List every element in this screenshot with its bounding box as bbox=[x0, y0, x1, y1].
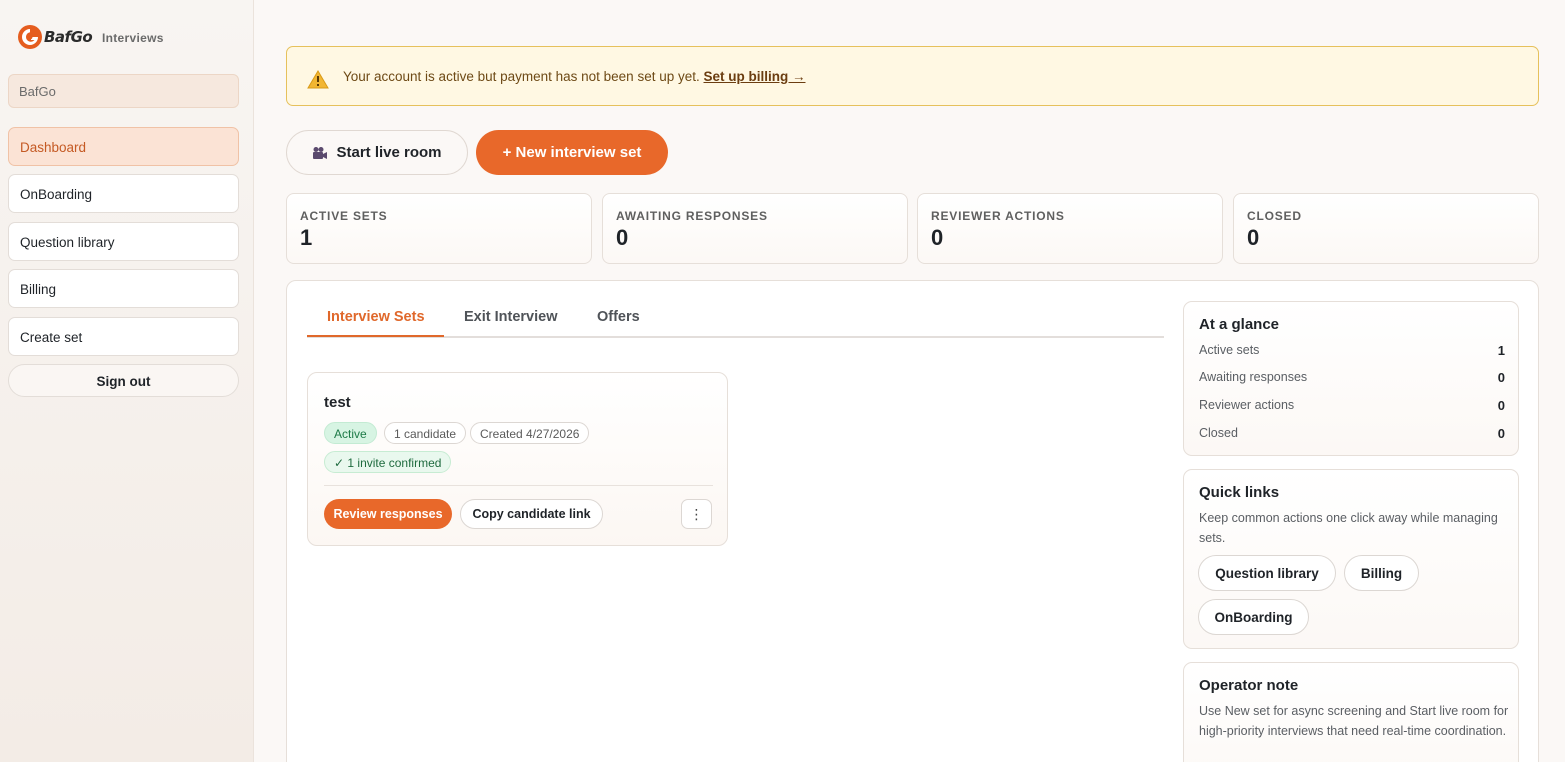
stat-value: 1 bbox=[300, 225, 313, 250]
interview-set-card[interactable]: test Active 1 candidate Created 4/27/202… bbox=[307, 372, 728, 546]
stat-label: CLOSED bbox=[1247, 209, 1302, 223]
status-badge: Active bbox=[324, 422, 377, 444]
stat-label: ACTIVE SETS bbox=[300, 209, 388, 223]
candidate-count-badge: 1 candidate bbox=[384, 422, 467, 444]
glance-label: Awaiting responses bbox=[1199, 370, 1308, 384]
stat-label: AWAITING RESPONSES bbox=[616, 209, 768, 223]
divider bbox=[324, 485, 713, 486]
start-live-room-button[interactable]: Start live room bbox=[286, 130, 468, 175]
bafgo-logo-icon bbox=[18, 25, 42, 49]
glance-label: Closed bbox=[1199, 426, 1238, 440]
glance-value: 0 bbox=[1497, 370, 1505, 385]
sidebar: BafGo Interviews BafGo Dashboard OnBoard… bbox=[0, 0, 254, 762]
tab-interview-sets[interactable]: Interview Sets bbox=[327, 309, 425, 338]
brand-name: BafGo bbox=[44, 28, 93, 46]
sidebar-item-question-library[interactable]: Question library bbox=[8, 222, 239, 261]
glance-label: Reviewer actions bbox=[1199, 398, 1295, 412]
sidebar-item-onboarding[interactable]: OnBoarding bbox=[8, 174, 239, 213]
stat-value: 0 bbox=[1247, 225, 1260, 250]
glance-value: 0 bbox=[1497, 398, 1505, 413]
more-options-icon[interactable]: ⋮ bbox=[681, 499, 712, 529]
invite-confirmed-badge: ✓ 1 invite confirmed bbox=[324, 451, 452, 473]
glance-row-closed: Closed 0 bbox=[1199, 426, 1505, 441]
quick-links-card: Quick links Keep common actions one clic… bbox=[1183, 469, 1519, 649]
tab-exit-interview[interactable]: Exit Interview bbox=[464, 309, 557, 338]
stat-value: 0 bbox=[616, 225, 629, 250]
quick-links-description: Keep common actions one click away while… bbox=[1199, 511, 1498, 545]
brand-logo[interactable]: BafGo bbox=[17, 24, 93, 50]
tab-bar: Interview Sets Exit Interview Offers bbox=[307, 301, 1164, 338]
glance-row-active-sets: Active sets 1 bbox=[1199, 343, 1505, 358]
setup-billing-link[interactable]: Set up billing → bbox=[704, 69, 806, 84]
set-title: test bbox=[324, 394, 351, 411]
sidebar-item-dashboard[interactable]: Dashboard bbox=[8, 127, 239, 166]
copy-candidate-link-button[interactable]: Copy candidate link bbox=[460, 499, 603, 529]
glance-value: 0 bbox=[1497, 426, 1505, 441]
banner-message: Your account is active but payment has n… bbox=[343, 69, 806, 84]
video-camera-icon bbox=[313, 146, 328, 159]
brand-subtitle: Interviews bbox=[102, 31, 164, 45]
banner-text: Your account is active but payment has n… bbox=[343, 69, 700, 84]
main-panel: Interview Sets Exit Interview Offers tes… bbox=[286, 280, 1539, 762]
at-a-glance-title: At a glance bbox=[1199, 316, 1280, 333]
at-a-glance-card: At a glance Active sets 1 Awaiting respo… bbox=[1183, 301, 1519, 456]
start-live-room-label: Start live room bbox=[336, 144, 442, 161]
quick-link-billing[interactable]: Billing bbox=[1344, 555, 1419, 591]
operator-note-description: Use New set for async screening and Star… bbox=[1199, 704, 1509, 738]
stat-value: 0 bbox=[931, 225, 944, 250]
review-responses-button[interactable]: Review responses bbox=[324, 499, 452, 529]
stat-card-reviewer-actions: REVIEWER ACTIONS 0 bbox=[917, 193, 1223, 264]
new-interview-set-button[interactable]: + New interview set bbox=[476, 130, 668, 175]
sidebar-item-billing[interactable]: Billing bbox=[8, 269, 239, 308]
org-selector[interactable]: BafGo bbox=[8, 74, 239, 108]
tab-offers[interactable]: Offers bbox=[597, 309, 640, 338]
sidebar-item-create-set[interactable]: Create set bbox=[8, 317, 239, 356]
stat-card-active-sets: ACTIVE SETS 1 bbox=[286, 193, 592, 264]
quick-link-question-library[interactable]: Question library bbox=[1198, 555, 1336, 591]
sign-out-button[interactable]: Sign out bbox=[8, 364, 239, 397]
quick-link-onboarding[interactable]: OnBoarding bbox=[1198, 599, 1309, 635]
billing-warning-banner: Your account is active but payment has n… bbox=[286, 46, 1539, 106]
warning-icon bbox=[307, 70, 329, 89]
active-tab-indicator bbox=[307, 335, 444, 337]
created-date-badge: Created 4/27/2026 bbox=[470, 422, 590, 444]
stat-label: REVIEWER ACTIONS bbox=[931, 209, 1065, 223]
glance-value: 1 bbox=[1497, 343, 1505, 358]
operator-note-title: Operator note bbox=[1199, 677, 1299, 694]
stat-card-awaiting-responses: AWAITING RESPONSES 0 bbox=[602, 193, 908, 264]
glance-row-awaiting-responses: Awaiting responses 0 bbox=[1199, 370, 1505, 385]
glance-label: Active sets bbox=[1199, 343, 1260, 357]
operator-note-card: Operator note Use New set for async scre… bbox=[1183, 662, 1519, 762]
stat-card-closed: CLOSED 0 bbox=[1233, 193, 1539, 264]
quick-links-title: Quick links bbox=[1199, 484, 1280, 501]
glance-row-reviewer-actions: Reviewer actions 0 bbox=[1199, 398, 1505, 413]
